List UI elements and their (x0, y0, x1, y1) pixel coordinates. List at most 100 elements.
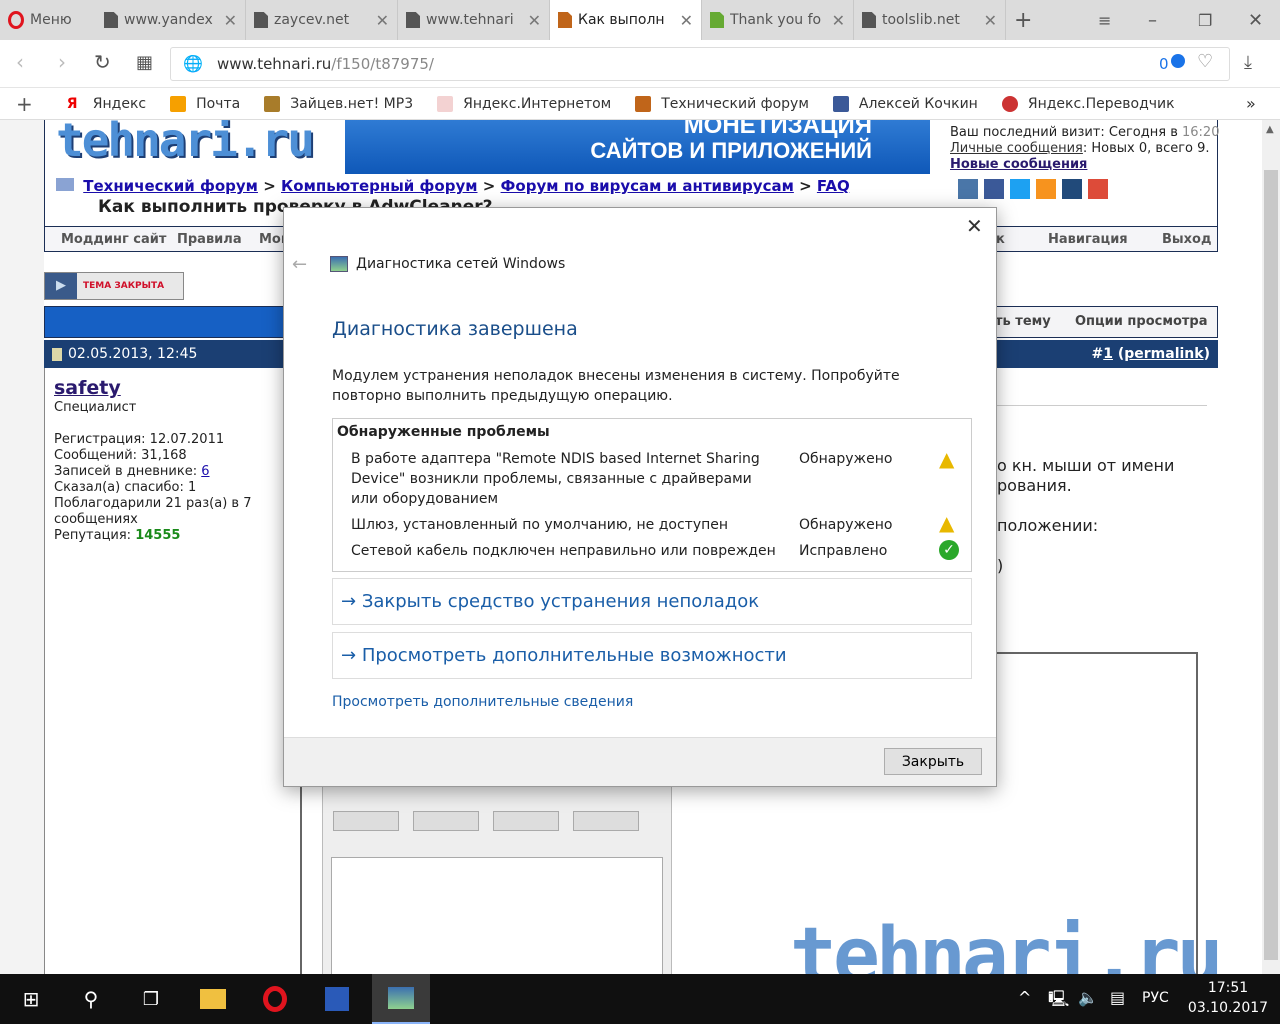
site-logo[interactable]: tehnari.ru (56, 120, 344, 172)
opera-menu-button[interactable]: Меню (0, 0, 96, 40)
googleplus-icon[interactable] (1088, 179, 1108, 199)
tab-yandex[interactable]: www.yandex ✕ (96, 0, 246, 40)
more-bookmarks-icon[interactable]: » (1246, 94, 1256, 113)
permalink-link[interactable]: permalink (1124, 346, 1203, 362)
nav-logout[interactable]: Выход (1162, 232, 1211, 247)
breadcrumb-link[interactable]: Технический форум (83, 177, 258, 195)
bookmark-mail[interactable]: Почта (170, 95, 240, 112)
nav-search[interactable]: к (996, 232, 1005, 247)
breadcrumb-sep: > (482, 177, 496, 195)
show-hidden-icons[interactable]: ^ (1018, 988, 1031, 1007)
scrollbar[interactable]: ▲ (1262, 120, 1280, 974)
view-options-menu[interactable]: Опции просмотра (1075, 314, 1208, 329)
close-dialog-icon[interactable]: ✕ (966, 214, 983, 238)
ad-banner[interactable]: МОНЕТИЗАЦИЯ САЙТОВ И ПРИЛОЖЕНИЙ (345, 120, 930, 174)
tab-active[interactable]: Как выполн ✕ (550, 0, 702, 40)
blog-link[interactable]: 6 (201, 464, 209, 479)
floppy-icon (325, 987, 349, 1011)
diagnostics-taskbar-button[interactable] (372, 974, 430, 1024)
speed-dial-icon[interactable]: ▦ (136, 52, 153, 73)
twitter-icon[interactable] (1010, 179, 1030, 199)
close-tab-icon[interactable]: ✕ (984, 11, 997, 30)
menu-label: Меню (30, 12, 72, 28)
clock-time: 17:51 (1207, 980, 1249, 996)
yandex-icon: Я (66, 95, 78, 112)
facebook-icon[interactable] (984, 179, 1004, 199)
breadcrumb-link[interactable]: Компьютерный форум (281, 177, 478, 195)
download-icon[interactable]: ⤓ (1244, 52, 1252, 73)
nav-modding[interactable]: Моддинг сайт (61, 232, 166, 247)
breadcrumb-link[interactable]: Форум по вирусам и антивирусам (501, 177, 794, 195)
notifications-icon[interactable]: ▤ (1110, 988, 1125, 1007)
close-troubleshooter-link[interactable]: → Закрыть средство устранения неполадок (332, 578, 972, 625)
bookmark-facebook[interactable]: Алексей Кочкин (832, 95, 978, 112)
back-arrow-icon[interactable]: ← (292, 254, 307, 275)
tab-thankyou[interactable]: Thank you fo ✕ (702, 0, 854, 40)
tab-toolslib[interactable]: toolslib.net ✕ (854, 0, 1006, 40)
bookmark-translate[interactable]: Яндекс.Переводчик (1001, 95, 1175, 112)
bookmark-yandex[interactable]: Я Яндекс (67, 96, 146, 112)
close-tab-icon[interactable]: ✕ (376, 11, 389, 30)
bookmark-zaycev[interactable]: Зайцев.нет! MP3 (264, 95, 413, 112)
dialog-footer: Закрыть (284, 737, 996, 786)
author-name[interactable]: safety (54, 377, 121, 399)
thread-tools-menu[interactable]: ть тему (995, 314, 1051, 329)
close-tab-icon[interactable]: ✕ (680, 11, 693, 30)
bookmark-tech-forum[interactable]: Технический форум (635, 95, 809, 112)
adblock-icon[interactable] (1171, 54, 1185, 68)
tab-zaycev[interactable]: zaycev.net ✕ (246, 0, 398, 40)
save-app-taskbar-button[interactable] (312, 974, 362, 1024)
window-title: Диагностика сетей Windows (356, 256, 566, 272)
vk-icon[interactable] (958, 179, 978, 199)
close-tab-icon[interactable]: ✕ (528, 11, 541, 30)
opera-taskbar-button[interactable] (250, 974, 300, 1024)
nav-rules[interactable]: Правила (177, 232, 242, 247)
post-text-line: положении: (997, 516, 1099, 535)
tab-tehnari[interactable]: www.tehnari ✕ (398, 0, 550, 40)
network-icon[interactable]: 🖳 (1048, 988, 1069, 1015)
odnoklassniki-icon[interactable] (1036, 179, 1056, 199)
globe-icon: 🌐 (183, 54, 203, 73)
more-options-link[interactable]: → Просмотреть дополнительные возможности (332, 632, 972, 679)
new-posts-link[interactable]: Новые сообщения (950, 157, 1087, 172)
post-date: 02.05.2013, 12:45 (68, 346, 198, 362)
maximize-button[interactable]: ❐ (1190, 0, 1220, 40)
rep-label: Репутация: (54, 528, 136, 543)
problem-status: Исправлено (799, 543, 888, 559)
search-icon[interactable]: ⚲ (66, 974, 116, 1024)
volume-icon[interactable]: 🔈 (1078, 988, 1098, 1007)
heart-icon[interactable]: ♡ (1197, 51, 1213, 72)
problem-status: Обнаружено (799, 451, 893, 467)
mailru-icon[interactable] (1062, 179, 1082, 199)
back-button[interactable]: ‹ (16, 50, 24, 74)
forward-button[interactable]: › (58, 50, 66, 74)
start-button[interactable]: ⊞ (6, 974, 56, 1024)
task-view-icon[interactable]: ❐ (126, 974, 176, 1024)
bookmark-yandex-internet[interactable]: Яндекс.Интернетом (437, 95, 611, 112)
new-tab-button[interactable]: + (1006, 0, 1042, 40)
breadcrumb-link[interactable]: FAQ (817, 177, 850, 195)
minimize-button[interactable]: – (1140, 0, 1165, 40)
view-details-link[interactable]: Просмотреть дополнительные сведения (332, 694, 633, 710)
close-button[interactable]: Закрыть (884, 748, 982, 775)
scroll-up-icon[interactable]: ▲ (1266, 124, 1274, 135)
folder-icon (56, 178, 74, 191)
url-input[interactable]: 🌐 www.tehnari.ru/f150/t87975/ 0 ♡ (170, 47, 1230, 81)
explorer-taskbar-button[interactable] (188, 974, 238, 1024)
add-bookmark-button[interactable]: + (16, 92, 33, 116)
dialog-message: Модулем устранения неполадок внесены изм… (332, 368, 900, 404)
problem-text: Шлюз, установленный по умолчанию, не дос… (351, 517, 729, 533)
pm-link[interactable]: Личные сообщения (950, 141, 1083, 156)
language-indicator[interactable]: РУС (1142, 990, 1169, 1006)
adblock-count[interactable]: 0 (1159, 55, 1169, 73)
pm-text: : Новых 0, всего 9. (1082, 141, 1210, 156)
close-tab-icon[interactable]: ✕ (832, 11, 845, 30)
tab-menu-icon[interactable]: ≡ (1090, 0, 1119, 40)
clock[interactable]: 17:51 03.10.2017 (1186, 978, 1270, 1018)
close-window-button[interactable]: ✕ (1240, 0, 1271, 40)
scroll-thumb[interactable] (1264, 170, 1278, 960)
reload-button[interactable]: ↻ (94, 50, 111, 74)
close-tab-icon[interactable]: ✕ (224, 11, 237, 30)
post-number-link[interactable]: 1 (1103, 346, 1113, 362)
nav-navigation[interactable]: Навигация (1048, 232, 1128, 247)
